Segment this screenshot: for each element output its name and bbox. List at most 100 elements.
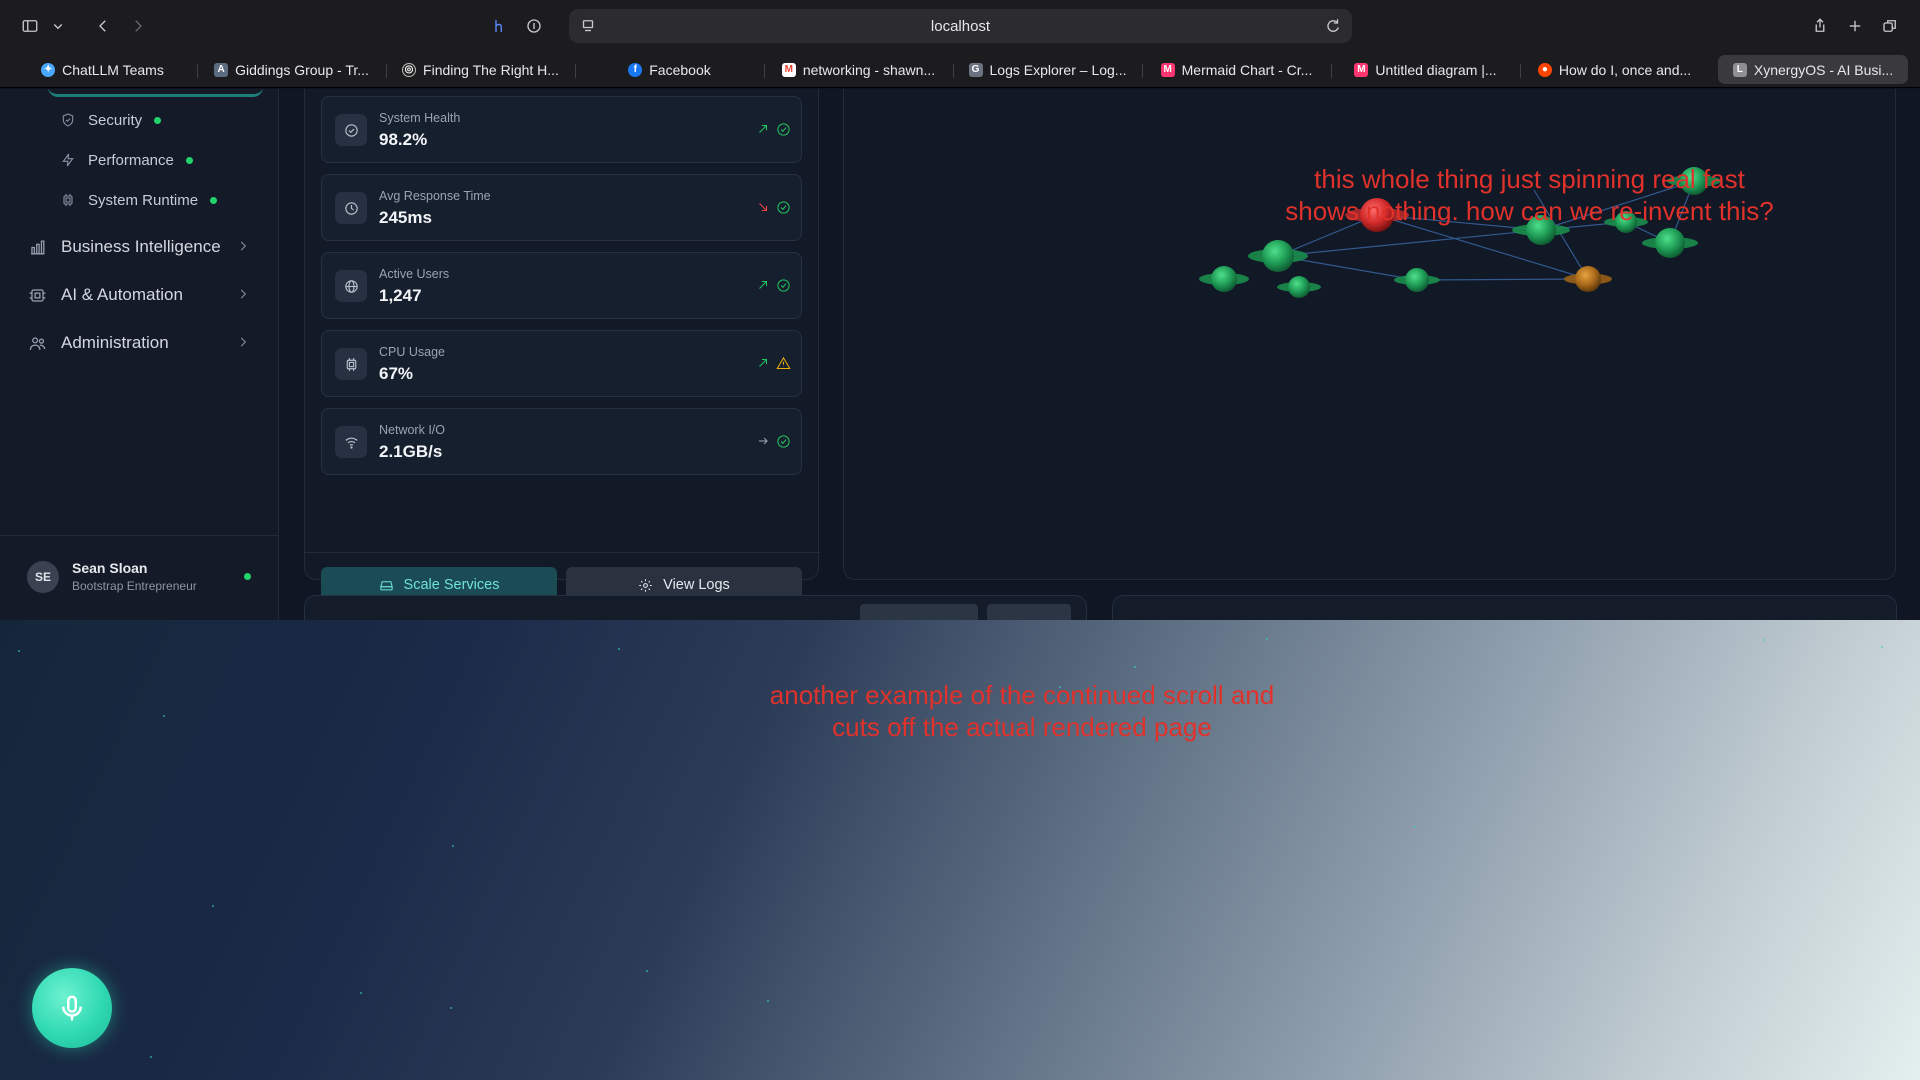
- bar-chart-icon: [31, 240, 45, 254]
- tab-finding[interactable]: ◎ Finding The Right H...: [388, 55, 573, 84]
- node-green[interactable]: [1642, 228, 1698, 258]
- sidebar-item-administration[interactable]: Administration: [28, 330, 250, 356]
- node-green[interactable]: [1199, 266, 1249, 292]
- voice-input-button[interactable]: [32, 968, 112, 1048]
- google-cloud-icon: G: [968, 62, 983, 77]
- status-dot: [154, 116, 162, 124]
- tab-chatllm[interactable]: ✦ ChatLLM Teams: [10, 55, 195, 84]
- metric-label: Network I/O: [379, 423, 445, 437]
- tab-xynergyos[interactable]: L XynergyOS - AI Busi...: [1718, 55, 1908, 84]
- sidebar-item-system-runtime[interactable]: System Runtime: [60, 188, 218, 212]
- system-metrics-panel: System Health 98.2% Avg Response Time 24…: [304, 89, 820, 603]
- chatllm-icon: ✦: [41, 62, 56, 77]
- sidebar-item-ai-automation[interactable]: AI & Automation: [28, 282, 250, 308]
- tab-untitled-diagram[interactable]: M Untitled diagram |...: [1333, 55, 1518, 84]
- sidebar-item-label: Security: [88, 111, 143, 129]
- status-dot: [210, 196, 218, 204]
- shield-icon: [62, 113, 74, 127]
- node-green[interactable]: [1394, 268, 1440, 292]
- tab-mermaid-chart[interactable]: M Mermaid Chart - Cr...: [1144, 55, 1329, 84]
- back-icon[interactable]: [90, 13, 116, 39]
- tab-overview-icon[interactable]: [1877, 13, 1903, 39]
- tab-label: Finding The Right H...: [423, 61, 559, 78]
- metric-value: 98.2%: [379, 130, 428, 149]
- tab-label: Untitled diagram |...: [1375, 61, 1497, 78]
- sidebar-item-security[interactable]: Security: [60, 108, 162, 132]
- sidebar-item-business-intelligence[interactable]: Business Intelligence: [28, 234, 250, 260]
- metric-card-network-io[interactable]: Network I/O 2.1GB/s: [321, 408, 802, 475]
- performance-metrics-card: [304, 595, 1087, 620]
- chevron-right-icon: [240, 337, 247, 347]
- tab-label: ChatLLM Teams: [62, 61, 164, 78]
- status-ok-icon: [777, 123, 790, 136]
- sidebar-item-label: Performance: [88, 151, 174, 169]
- sidebar-item-performance[interactable]: Performance: [60, 148, 193, 172]
- globe-icon: [335, 270, 367, 302]
- new-tab-icon[interactable]: [1842, 13, 1868, 39]
- gmail-icon: M: [781, 62, 796, 77]
- sidebar-toggle-icon[interactable]: [17, 13, 43, 39]
- metric-card-active-users[interactable]: Active Users 1,247: [321, 252, 802, 319]
- chevron-down-icon[interactable]: [45, 13, 71, 39]
- xynergy-icon: L: [1732, 62, 1747, 77]
- cpu-icon: [335, 348, 367, 380]
- tab-bar: ✦ ChatLLM Teams A Giddings Group - Tr...…: [0, 52, 1920, 88]
- sidebar-item-label: System Runtime: [88, 191, 199, 209]
- tab-label: Giddings Group - Tr...: [235, 61, 369, 78]
- metric-value: 67%: [379, 364, 414, 383]
- chip-icon: [29, 288, 46, 302]
- gear-icon: [639, 578, 652, 592]
- status-dot: [185, 156, 193, 164]
- reddit-icon: ●: [1537, 62, 1552, 77]
- facebook-icon: f: [628, 62, 643, 77]
- microphone-icon: [62, 995, 82, 1021]
- tab-label: networking - shawn...: [802, 61, 936, 78]
- users-icon: [29, 336, 46, 350]
- metric-label: CPU Usage: [379, 345, 445, 359]
- metric-card-cpu-usage[interactable]: CPU Usage 67%: [321, 330, 802, 397]
- online-status-dot: [244, 573, 251, 580]
- metric-card-avg-response-time[interactable]: Avg Response Time 245ms: [321, 174, 802, 241]
- browser-toolbar: localhost: [0, 0, 1920, 52]
- status-ok-icon: [777, 201, 790, 214]
- sidebar: Security Performance System Runtime Busi…: [0, 89, 279, 620]
- url-text[interactable]: localhost: [569, 18, 1352, 35]
- metric-label: Active Users: [379, 267, 450, 281]
- tab-label: Mermaid Chart - Cr...: [1181, 61, 1313, 78]
- avatar: SE: [27, 561, 59, 593]
- giddings-icon: A: [214, 62, 229, 77]
- status-ok-icon: [777, 435, 790, 448]
- tab-label: How do I, once and...: [1558, 61, 1692, 78]
- tab-label: Facebook: [649, 61, 711, 78]
- node-green[interactable]: [1277, 276, 1321, 298]
- password-manager-icon[interactable]: [521, 13, 547, 39]
- metric-value: 245ms: [379, 208, 432, 227]
- status-ok-icon: [777, 279, 790, 292]
- tab-logs-explorer[interactable]: G Logs Explorer – Log...: [955, 55, 1140, 84]
- active-nav-indicator: [48, 89, 263, 97]
- node-green[interactable]: [1248, 240, 1308, 272]
- button-label: Scale Services: [403, 577, 500, 593]
- node-orange[interactable]: [1564, 266, 1612, 292]
- metric-card-system-health[interactable]: System Health 98.2%: [321, 96, 802, 163]
- tab-networking[interactable]: M networking - shawn...: [766, 55, 951, 84]
- tab-label: Logs Explorer – Log...: [989, 61, 1127, 78]
- forward-icon[interactable]: [125, 13, 151, 39]
- tab-facebook[interactable]: f Facebook: [577, 55, 762, 84]
- mermaid-icon: M: [1354, 62, 1369, 77]
- user-profile[interactable]: SE Sean Sloan Bootstrap Entrepreneur: [27, 557, 257, 599]
- extension-h-icon[interactable]: [486, 13, 512, 39]
- user-name: Sean Sloan: [72, 560, 148, 576]
- metric-label: System Health: [379, 111, 461, 125]
- bolt-icon: [62, 153, 74, 167]
- sidebar-divider: [0, 535, 279, 536]
- server-icon: [379, 580, 393, 590]
- reload-icon[interactable]: [1320, 13, 1346, 39]
- trend-up-icon: [759, 358, 768, 367]
- share-icon[interactable]: [1807, 13, 1833, 39]
- tab-giddings[interactable]: A Giddings Group - Tr...: [199, 55, 384, 84]
- address-bar[interactable]: localhost: [569, 9, 1352, 43]
- metric-value: 1,247: [379, 286, 422, 305]
- user-role: Bootstrap Entrepreneur: [72, 579, 197, 593]
- tab-reddit[interactable]: ● How do I, once and...: [1522, 55, 1707, 84]
